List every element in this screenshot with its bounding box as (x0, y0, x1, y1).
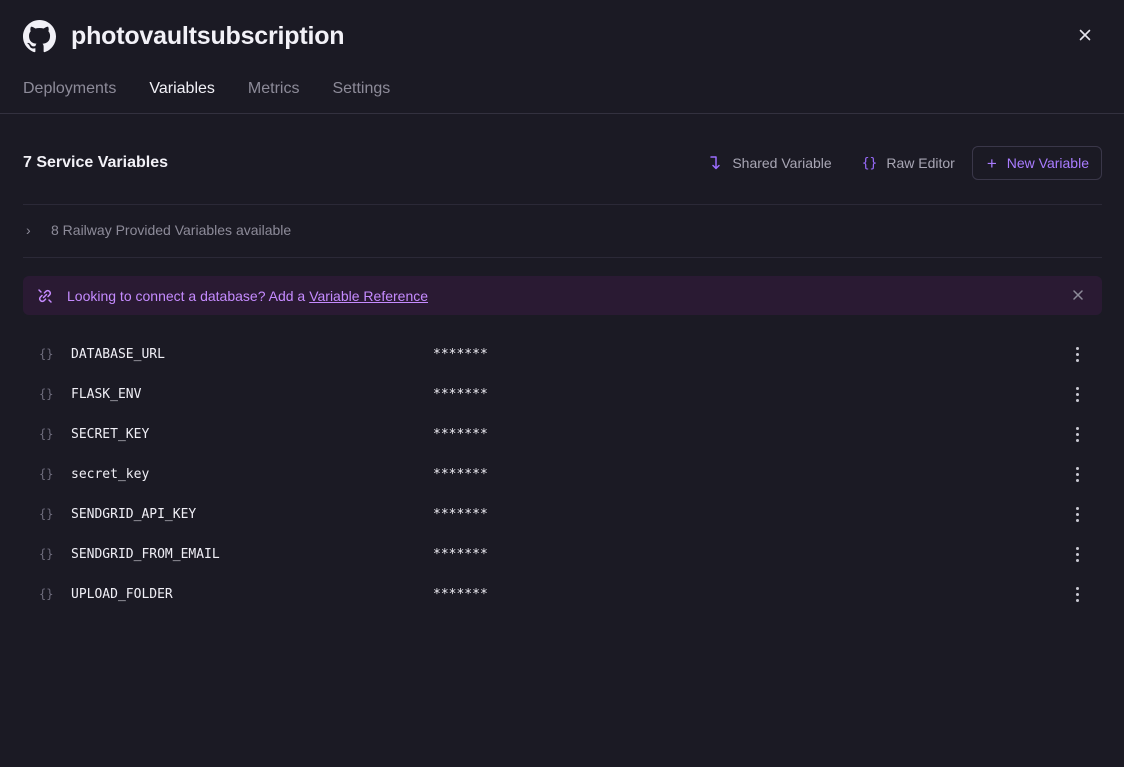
variable-name: DATABASE_URL (71, 346, 165, 362)
variable-name: SENDGRID_API_KEY (71, 506, 197, 522)
more-options-icon[interactable] (1068, 542, 1086, 566)
braces-icon: {} (39, 427, 54, 441)
tabs-divider (0, 113, 1124, 114)
variable-row[interactable]: {} FLASK_ENV ******* (23, 374, 1102, 414)
variable-name: SENDGRID_FROM_EMAIL (71, 546, 220, 562)
railway-provided-toggle[interactable]: › 8 Railway Provided Variables available (26, 222, 291, 238)
variable-value[interactable]: ******* (433, 587, 488, 602)
banner-text: Looking to connect a database? Add a (67, 287, 306, 304)
provided-divider (23, 257, 1102, 258)
tab-bar: Deployments Variables Metrics Settings (23, 72, 423, 114)
variable-name: secret_key (71, 466, 150, 482)
variable-name: FLASK_ENV (71, 386, 142, 402)
section-divider (23, 204, 1102, 205)
variable-value[interactable]: ******* (433, 427, 488, 442)
variable-name: SECRET_KEY (71, 426, 150, 442)
braces-icon: {} (39, 467, 54, 481)
new-variable-button[interactable]: + New Variable (971, 146, 1102, 180)
plus-icon: + (986, 153, 997, 173)
more-options-icon[interactable] (1068, 422, 1086, 446)
more-options-icon[interactable] (1068, 582, 1086, 606)
service-title: photovaultsubscription (71, 21, 345, 50)
variables-list: {} DATABASE_URL ******* {} FLASK_ENV ***… (23, 334, 1102, 614)
variable-row[interactable]: {} DATABASE_URL ******* (23, 334, 1102, 374)
variable-value[interactable]: ******* (433, 547, 488, 562)
variable-row[interactable]: {} SENDGRID_API_KEY ******* (23, 494, 1102, 534)
github-icon (23, 19, 56, 52)
banner-message: Looking to connect a database? Add a Vari… (67, 288, 428, 304)
service-panel: photovaultsubscription Deployments Varia… (0, 0, 1124, 767)
variable-name: UPLOAD_FOLDER (71, 586, 173, 602)
variable-reference-link[interactable]: Variable Reference (309, 288, 428, 304)
more-options-icon[interactable] (1068, 342, 1086, 366)
tab-metrics[interactable]: Metrics (248, 72, 300, 114)
shared-variable-button[interactable]: Shared Variable (709, 155, 832, 171)
variable-row[interactable]: {} SECRET_KEY ******* (23, 414, 1102, 454)
braces-icon: {} (861, 155, 878, 171)
raw-editor-label: Raw Editor (886, 155, 955, 171)
braces-icon: {} (39, 587, 54, 601)
tab-deployments[interactable]: Deployments (23, 72, 116, 114)
more-options-icon[interactable] (1068, 502, 1086, 526)
variable-row[interactable]: {} UPLOAD_FOLDER ******* (23, 574, 1102, 614)
shared-variable-label: Shared Variable (732, 155, 832, 171)
tab-variables[interactable]: Variables (149, 72, 215, 114)
variable-actions: Shared Variable {} Raw Editor + New Vari… (679, 146, 1102, 180)
section-title: 7 Service Variables (23, 154, 168, 171)
banner-dismiss-button[interactable] (1070, 287, 1086, 303)
braces-icon: {} (39, 387, 54, 401)
more-options-icon[interactable] (1068, 382, 1086, 406)
variable-row[interactable]: {} secret_key ******* (23, 454, 1102, 494)
arrow-turn-down-icon (710, 156, 721, 170)
braces-icon: {} (39, 347, 54, 361)
raw-editor-button[interactable]: {} Raw Editor (862, 155, 955, 171)
variable-value[interactable]: ******* (433, 347, 488, 362)
database-reference-banner: Looking to connect a database? Add a Vari… (23, 276, 1102, 315)
variable-value[interactable]: ******* (433, 507, 488, 522)
railway-provided-label: 8 Railway Provided Variables available (51, 222, 292, 238)
tab-settings[interactable]: Settings (332, 72, 390, 114)
chevron-right-icon: › (26, 222, 31, 238)
link-icon (35, 286, 55, 306)
braces-icon: {} (39, 507, 54, 521)
variable-value[interactable]: ******* (433, 467, 488, 482)
close-icon (1073, 290, 1083, 300)
close-panel-button[interactable] (1074, 24, 1096, 46)
braces-icon: {} (39, 547, 54, 561)
close-icon (1079, 29, 1091, 41)
panel-header: photovaultsubscription (23, 18, 345, 54)
variable-value[interactable]: ******* (433, 387, 488, 402)
new-variable-label: New Variable (1006, 155, 1089, 171)
more-options-icon[interactable] (1068, 462, 1086, 486)
variable-row[interactable]: {} SENDGRID_FROM_EMAIL ******* (23, 534, 1102, 574)
